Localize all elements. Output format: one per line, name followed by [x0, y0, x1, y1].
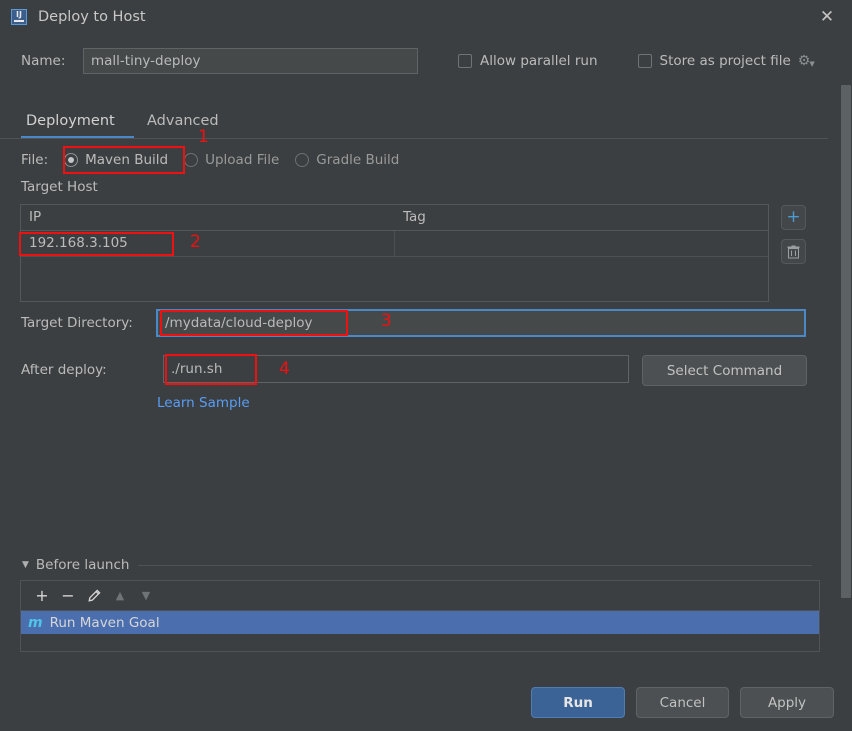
gear-icon[interactable]: ⚙ ▼ [798, 53, 815, 69]
after-deploy-label: After deploy: [21, 362, 107, 378]
add-task-icon[interactable]: + [29, 585, 55, 607]
move-up-icon[interactable]: ▲ [107, 585, 133, 607]
after-deploy-input[interactable] [163, 355, 629, 383]
tab-advanced[interactable]: Advanced [143, 108, 223, 138]
intellij-idea-icon [11, 8, 27, 25]
remove-task-icon[interactable]: − [55, 585, 81, 607]
cell-tag[interactable] [395, 231, 768, 256]
run-button[interactable]: Run [531, 687, 625, 718]
allow-parallel-run-checkbox[interactable]: Allow parallel run [458, 53, 598, 69]
radio-maven-build[interactable]: Maven Build [64, 152, 168, 168]
store-as-project-file-checkbox[interactable]: Store as project file ⚙ ▼ [637, 53, 815, 69]
window-title: Deploy to Host [38, 8, 146, 25]
table-row[interactable]: 192.168.3.105 [21, 231, 768, 257]
cell-ip[interactable]: 192.168.3.105 [21, 231, 395, 256]
radio-gradle-build[interactable]: Gradle Build [295, 152, 399, 168]
learn-sample-link[interactable]: Learn Sample [157, 395, 250, 411]
section-divider [138, 564, 812, 566]
radio-gradle-build-label: Gradle Build [316, 152, 400, 168]
move-down-icon[interactable]: ▼ [133, 585, 159, 607]
vertical-scrollbar-thumb[interactable] [841, 85, 851, 598]
select-command-button[interactable]: Select Command [642, 355, 807, 386]
allow-parallel-run-label: Allow parallel run [480, 53, 598, 69]
before-launch-panel: + − ▲ ▼ m Run Maven Goal [20, 580, 820, 652]
column-header-ip: IP [29, 209, 42, 225]
tab-bar: Deployment Advanced [0, 108, 828, 139]
target-directory-input[interactable] [156, 309, 806, 337]
radio-upload-file-circle[interactable] [184, 153, 199, 167]
before-launch-toolbar: + − ▲ ▼ [21, 581, 819, 611]
store-as-project-file-box[interactable] [637, 54, 652, 68]
target-host-label: Target Host [21, 179, 98, 195]
edit-task-icon[interactable] [81, 585, 107, 607]
maven-icon: m [28, 614, 43, 631]
before-launch-header[interactable]: ▼ Before launch [22, 557, 812, 573]
collapse-triangle-icon[interactable]: ▼ [22, 560, 29, 570]
trash-icon[interactable] [781, 239, 806, 264]
file-label: File: [21, 152, 49, 168]
radio-upload-file[interactable]: Upload File [184, 152, 279, 168]
file-type-row: File: Maven Build Upload File Gradle Bui… [0, 148, 399, 172]
name-row: Name: Allow parallel run Store as projec… [0, 44, 852, 78]
target-directory-label: Target Directory: [21, 315, 133, 331]
radio-upload-file-label: Upload File [205, 152, 280, 168]
tab-deployment[interactable]: Deployment [22, 108, 119, 138]
close-icon[interactable]: ✕ [814, 4, 840, 30]
name-input[interactable] [83, 48, 418, 74]
title-bar: Deploy to Host ✕ [0, 0, 852, 33]
apply-button[interactable]: Apply [740, 687, 834, 718]
tab-divider [0, 138, 828, 139]
list-item-label: Run Maven Goal [49, 614, 160, 631]
radio-maven-build-label: Maven Build [85, 152, 169, 168]
radio-gradle-build-circle[interactable] [295, 153, 310, 167]
column-header-tag: Tag [403, 209, 426, 225]
plus-icon[interactable]: + [781, 205, 806, 230]
name-label: Name: [21, 53, 66, 69]
cancel-button[interactable]: Cancel [636, 687, 729, 718]
allow-parallel-run-box[interactable] [458, 54, 472, 68]
target-host-table[interactable]: IP Tag 192.168.3.105 [20, 204, 769, 302]
before-launch-title: Before launch [35, 557, 130, 573]
radio-maven-build-circle[interactable] [64, 153, 79, 167]
list-item[interactable]: m Run Maven Goal [21, 611, 819, 634]
table-header-row: IP Tag [21, 205, 768, 231]
store-as-project-file-label: Store as project file [659, 53, 791, 69]
chevron-down-icon: ▼ [809, 59, 815, 68]
